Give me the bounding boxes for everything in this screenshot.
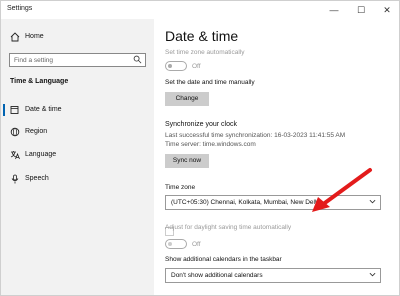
search-placeholder: Find a setting xyxy=(14,57,54,64)
set-manually-label: Set the date and time manually xyxy=(165,79,255,86)
toggle-knob xyxy=(168,64,172,68)
sync-now-button[interactable]: Sync now xyxy=(165,154,209,168)
sidebar-item-label: Speech xyxy=(25,175,49,182)
timezone-value: (UTC+05:30) Chennai, Kolkata, Mumbai, Ne… xyxy=(171,199,321,206)
section-title: Time & Language xyxy=(10,78,69,85)
sidebar-item-label: Home xyxy=(25,33,44,40)
sidebar-item-date-time[interactable]: Date & time xyxy=(1,100,154,120)
selection-indicator xyxy=(3,104,5,116)
sidebar-item-region[interactable]: Region xyxy=(1,122,154,142)
change-button[interactable]: Change xyxy=(165,92,209,106)
minimize-button[interactable]: — xyxy=(324,3,344,17)
main-content: Date & time Set time zone automatically … xyxy=(154,19,399,295)
settings-window: Settings — ☐ ✕ Home Find a setting Time … xyxy=(0,0,400,296)
microphone-icon xyxy=(10,174,20,184)
time-server-text: Time server: time.windows.com xyxy=(165,141,256,148)
maximize-button[interactable]: ☐ xyxy=(351,3,371,17)
sidebar-item-home[interactable]: Home xyxy=(1,27,154,47)
search-icon xyxy=(133,55,142,66)
timezone-label: Time zone xyxy=(165,184,196,191)
calendars-value: Don't show additional calendars xyxy=(171,272,263,279)
close-button[interactable]: ✕ xyxy=(377,3,397,17)
sidebar-item-label: Date & time xyxy=(25,106,62,113)
toggle-state: Off xyxy=(192,63,201,70)
last-sync-text: Last successful time synchronization: 16… xyxy=(165,132,346,139)
language-icon xyxy=(10,150,20,160)
sync-heading: Synchronize your clock xyxy=(165,121,237,128)
calendar-clock-icon xyxy=(10,105,20,115)
dst-toggle[interactable] xyxy=(165,239,187,249)
sidebar-item-label: Region xyxy=(25,128,48,135)
title-bar: Settings — ☐ ✕ xyxy=(1,1,399,19)
set-timezone-auto-label: Set time zone automatically xyxy=(165,49,245,56)
search-input[interactable]: Find a setting xyxy=(9,53,146,67)
sidebar-item-label: Language xyxy=(25,151,57,158)
sidebar: Home Find a setting Time & Language Date… xyxy=(1,19,154,295)
dst-label: Adjust for daylight saving time automati… xyxy=(165,224,292,231)
toggle-state: Off xyxy=(192,241,201,248)
red-arrow-annotation-icon xyxy=(312,168,372,212)
page-title: Date & time xyxy=(165,28,239,44)
sidebar-item-language[interactable]: Language xyxy=(1,145,154,165)
sidebar-item-speech[interactable]: Speech xyxy=(1,169,154,189)
home-icon xyxy=(10,32,20,42)
chevron-down-icon xyxy=(369,271,376,280)
globe-icon xyxy=(10,127,20,137)
window-title: Settings xyxy=(7,5,33,12)
calendars-dropdown[interactable]: Don't show additional calendars xyxy=(165,268,381,283)
set-timezone-auto-toggle[interactable] xyxy=(165,61,187,71)
calendars-label: Show additional calendars in the taskbar xyxy=(165,256,282,263)
toggle-knob xyxy=(168,242,172,246)
